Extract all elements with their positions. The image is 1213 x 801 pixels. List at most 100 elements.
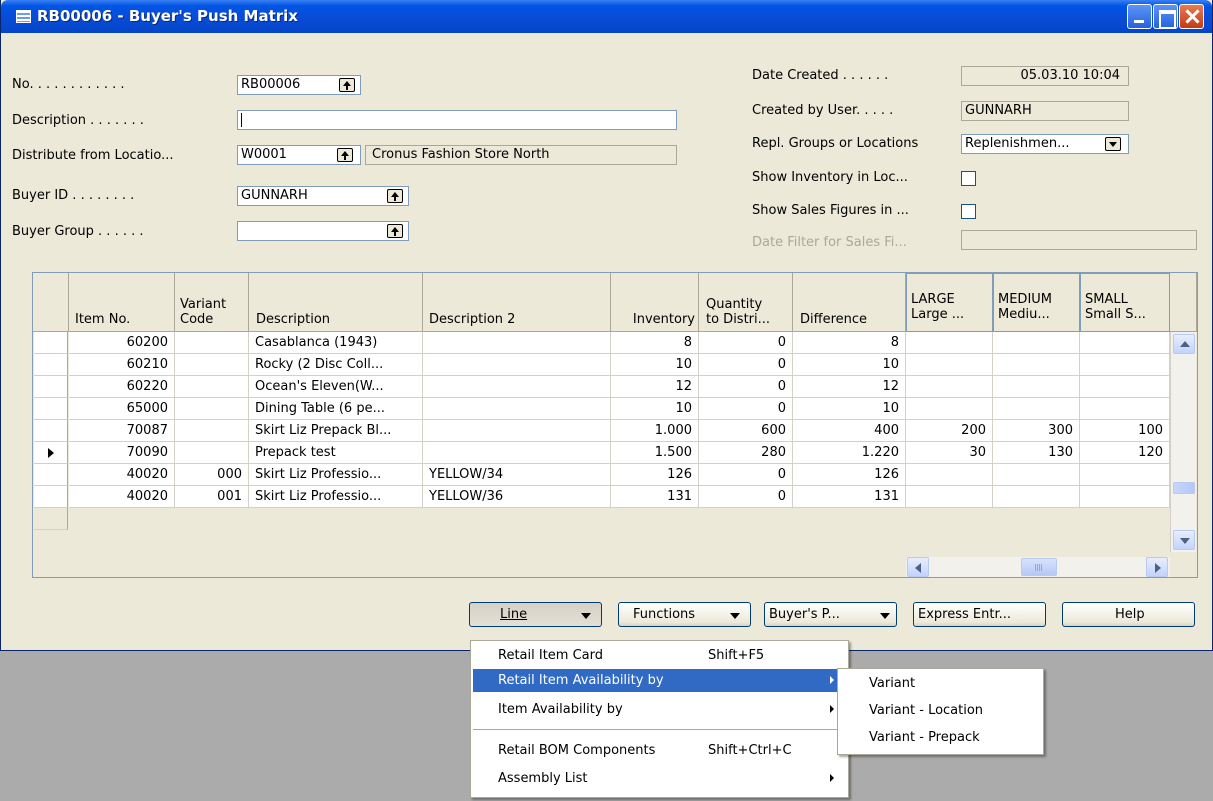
maximize-button[interactable] (1153, 4, 1178, 29)
description2-cell[interactable]: YELLOW/34 (423, 464, 611, 486)
title-bar[interactable]: RB00006 - Buyer's Push Matrix (1, 0, 1212, 33)
description-cell[interactable]: Dining Table (6 pe... (249, 398, 423, 420)
difference-cell[interactable]: 126 (793, 464, 906, 486)
row-selector[interactable] (34, 354, 68, 376)
variant-cell[interactable] (175, 398, 249, 420)
difference-cell[interactable]: 400 (793, 420, 906, 442)
description2-cell[interactable] (423, 376, 611, 398)
row-selector[interactable] (34, 420, 68, 442)
menu-item-item-availability[interactable]: Item Availability by (473, 698, 846, 721)
inventory-cell[interactable]: 131 (611, 486, 699, 508)
menu-item-assembly-list[interactable]: Assembly List (473, 767, 846, 790)
description-cell[interactable]: Prepack test (249, 442, 423, 464)
submenu-item-variant-location[interactable]: Variant - Location (840, 699, 1041, 722)
row-selector[interactable] (34, 486, 68, 508)
item-no-cell[interactable]: 70090 (69, 442, 175, 464)
description-cell[interactable]: Skirt Liz Professio... (249, 486, 423, 508)
repl-groups-dropdown-button[interactable] (1105, 137, 1121, 151)
medium-cell[interactable] (993, 354, 1080, 376)
buyer-group-lookup-button[interactable] (387, 224, 403, 238)
vertical-scrollbar[interactable] (1170, 332, 1196, 552)
description-header[interactable]: Description (249, 273, 423, 332)
description-field[interactable] (237, 110, 677, 130)
large-cell[interactable]: 200 (906, 420, 993, 442)
difference-cell[interactable]: 1.220 (793, 442, 906, 464)
row-selector[interactable] (34, 376, 68, 398)
difference-cell[interactable]: 8 (793, 332, 906, 354)
vertical-scroll-thumb[interactable] (1173, 482, 1195, 494)
scroll-up-icon[interactable] (1173, 334, 1195, 354)
large-cell[interactable] (906, 486, 993, 508)
description2-cell[interactable]: YELLOW/36 (423, 486, 611, 508)
item-no-cell[interactable]: 65000 (69, 398, 175, 420)
show-sales-checkbox[interactable] (961, 204, 976, 219)
item-no-cell[interactable]: 40020 (69, 486, 175, 508)
medium-cell[interactable] (993, 486, 1080, 508)
inventory-cell[interactable]: 8 (611, 332, 699, 354)
description-cell[interactable]: Ocean's Eleven(W... (249, 376, 423, 398)
qty-to-distribute-header[interactable]: Quantity to Distri... (699, 273, 793, 332)
small-cell[interactable] (1080, 332, 1170, 354)
inventory-header[interactable]: Inventory (611, 273, 699, 332)
large-cell[interactable] (906, 376, 993, 398)
scroll-down-icon[interactable] (1173, 530, 1195, 550)
small-cell[interactable]: 120 (1080, 442, 1170, 464)
medium-cell[interactable] (993, 376, 1080, 398)
large-cell[interactable]: 30 (906, 442, 993, 464)
row-selector[interactable] (34, 464, 68, 486)
description2-cell[interactable] (423, 332, 611, 354)
inventory-cell[interactable]: 1.500 (611, 442, 699, 464)
medium-cell[interactable]: 130 (993, 442, 1080, 464)
buyer-id-field[interactable]: GUNNARH (237, 186, 409, 206)
qty-cell[interactable]: 0 (699, 376, 793, 398)
minimize-button[interactable] (1127, 4, 1152, 29)
submenu-item-variant-prepack[interactable]: Variant - Prepack (840, 726, 1041, 749)
description-cell[interactable]: Skirt Liz Prepack Bl... (249, 420, 423, 442)
horizontal-scroll-thumb[interactable] (1021, 558, 1057, 576)
inventory-cell[interactable]: 1.000 (611, 420, 699, 442)
medium-cell[interactable]: 300 (993, 420, 1080, 442)
scroll-right-icon[interactable] (1146, 557, 1168, 577)
difference-cell[interactable]: 12 (793, 376, 906, 398)
difference-cell[interactable]: 10 (793, 398, 906, 420)
medium-cell[interactable] (993, 332, 1080, 354)
small-cell[interactable] (1080, 486, 1170, 508)
variant-cell[interactable]: 000 (175, 464, 249, 486)
buyer-id-lookup-button[interactable] (387, 189, 403, 203)
description2-cell[interactable] (423, 442, 611, 464)
small-cell[interactable]: 100 (1080, 420, 1170, 442)
inventory-cell[interactable]: 10 (611, 354, 699, 376)
item-no-header[interactable]: Item No. (69, 273, 175, 332)
variant-cell[interactable] (175, 376, 249, 398)
buyer-group-field[interactable] (237, 221, 409, 241)
variant-cell[interactable] (175, 420, 249, 442)
menu-item-retail-item-card[interactable]: Retail Item Card Shift+F5 (473, 644, 846, 667)
item-no-cell[interactable]: 40020 (69, 464, 175, 486)
medium-header[interactable]: MEDIUM Mediu... (993, 273, 1080, 332)
functions-menu-button[interactable]: Functions (618, 602, 751, 627)
large-cell[interactable] (906, 354, 993, 376)
item-no-cell[interactable]: 70087 (69, 420, 175, 442)
description-cell[interactable]: Rocky (2 Disc Coll... (249, 354, 423, 376)
difference-header[interactable]: Difference (793, 273, 906, 332)
description2-header[interactable]: Description 2 (423, 273, 611, 332)
small-cell[interactable] (1080, 398, 1170, 420)
item-no-cell[interactable]: 60210 (69, 354, 175, 376)
large-header[interactable]: LARGE Large ... (906, 273, 993, 332)
description2-cell[interactable] (423, 354, 611, 376)
description-cell[interactable]: Skirt Liz Professio... (249, 464, 423, 486)
show-inventory-checkbox[interactable] (961, 171, 976, 186)
inventory-cell[interactable]: 126 (611, 464, 699, 486)
variant-cell[interactable] (175, 442, 249, 464)
large-cell[interactable] (906, 332, 993, 354)
description2-cell[interactable] (423, 398, 611, 420)
difference-cell[interactable]: 10 (793, 354, 906, 376)
qty-cell[interactable]: 0 (699, 332, 793, 354)
horizontal-scrollbar[interactable] (906, 557, 1170, 577)
menu-item-retail-bom-components[interactable]: Retail BOM Components Shift+Ctrl+C (473, 739, 846, 762)
row-selector[interactable] (34, 508, 68, 530)
small-cell[interactable] (1080, 376, 1170, 398)
repl-groups-field[interactable]: Replenishmen... (961, 134, 1129, 154)
small-cell[interactable] (1080, 464, 1170, 486)
qty-cell[interactable]: 280 (699, 442, 793, 464)
